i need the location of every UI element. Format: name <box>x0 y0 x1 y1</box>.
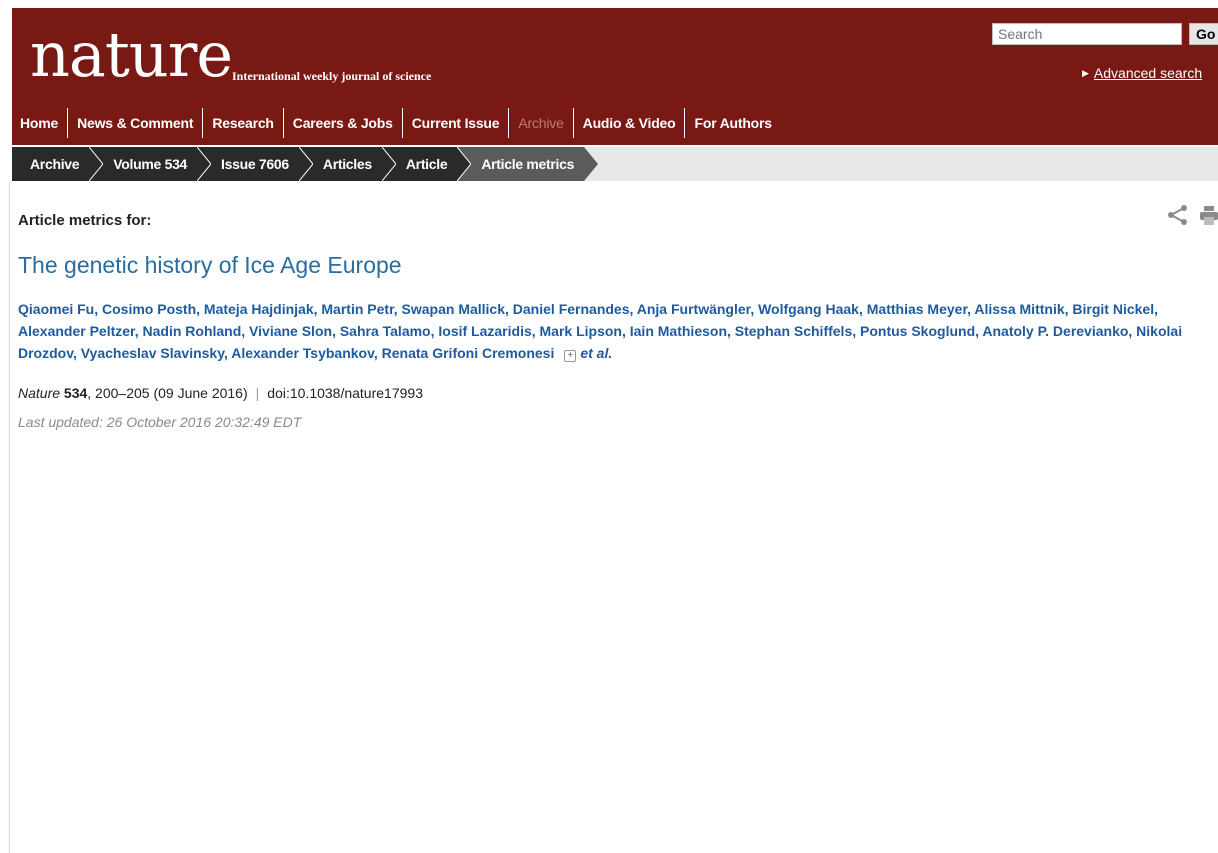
nav-item-current-issue[interactable]: Current Issue <box>401 108 509 138</box>
nav-item-audio-video[interactable]: Audio & Video <box>572 108 685 138</box>
breadcrumb-label: Archive <box>30 156 80 172</box>
breadcrumb-separator-icon <box>457 147 472 181</box>
breadcrumb: Archive Volume 534 Issue 7606 Articles A… <box>12 147 1218 181</box>
doi: doi:10.1038/nature17993 <box>267 385 423 401</box>
breadcrumb-item-volume[interactable]: Volume 534 <box>89 147 212 181</box>
main-nav: Home News & Comment Research Careers & J… <box>12 108 781 138</box>
nav-item-home[interactable]: Home <box>12 108 67 138</box>
et-al-link[interactable]: et al. <box>580 345 612 361</box>
author-list: Qiaomei Fu, Cosimo Posth, Mateja Hajdinj… <box>18 298 1218 364</box>
breadcrumb-separator-icon <box>197 147 212 181</box>
breadcrumb-label: Articles <box>322 156 372 172</box>
plus-icon[interactable]: + <box>564 350 577 362</box>
journal-name: Nature <box>18 385 61 401</box>
breadcrumb-separator-icon <box>89 147 104 181</box>
pages-date: , 200–205 (09 June 2016) <box>87 385 248 401</box>
breadcrumb-label: Volume 534 <box>113 156 188 172</box>
citation: Nature 534, 200–205 (09 June 2016) | doi:1… <box>18 385 423 401</box>
page-left-border <box>9 182 10 853</box>
tagline: International weekly journal of science <box>232 69 432 83</box>
advanced-search-label: Advanced search <box>1093 65 1203 81</box>
share-icon[interactable] <box>1167 204 1189 226</box>
go-button[interactable]: Go <box>1189 23 1218 45</box>
breadcrumb-label: Article <box>405 156 448 172</box>
nature-logo[interactable]: nature <box>30 24 233 86</box>
breadcrumb-item-article-metrics: Article metrics <box>457 147 599 181</box>
nav-item-archive[interactable]: Archive <box>508 108 572 138</box>
search-input[interactable] <box>992 23 1182 45</box>
breadcrumb-label: Article metrics <box>481 156 575 172</box>
breadcrumb-separator-icon <box>298 147 313 181</box>
advanced-search-link[interactable]: ▶ Advanced search <box>1082 65 1202 81</box>
article-title[interactable]: The genetic history of Ice Age Europe <box>18 252 402 279</box>
breadcrumb-separator-icon <box>381 147 396 181</box>
volume-number: 534 <box>63 385 88 401</box>
nav-item-careers-jobs[interactable]: Careers & Jobs <box>282 108 402 138</box>
citation-separator: | <box>255 385 260 401</box>
breadcrumb-end-icon <box>584 147 599 181</box>
breadcrumb-item-archive[interactable]: Archive <box>12 147 104 181</box>
print-icon[interactable] <box>1200 206 1218 226</box>
nav-item-for-authors[interactable]: For Authors <box>684 108 780 138</box>
triangle-right-icon: ▶ <box>1082 68 1089 78</box>
metrics-heading: Article metrics for: <box>18 212 152 229</box>
nav-item-news-comment[interactable]: News & Comment <box>67 108 202 138</box>
breadcrumb-item-issue[interactable]: Issue 7606 <box>197 147 313 181</box>
last-updated: Last updated: 26 October 2016 20:32:49 E… <box>18 414 302 430</box>
nav-item-research[interactable]: Research <box>202 108 282 138</box>
breadcrumb-label: Issue 7606 <box>221 156 289 172</box>
